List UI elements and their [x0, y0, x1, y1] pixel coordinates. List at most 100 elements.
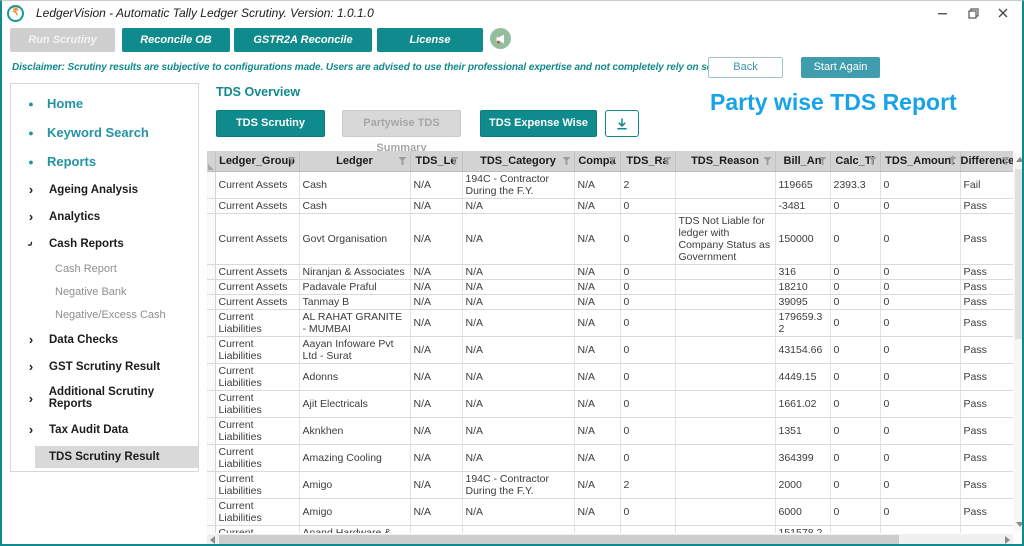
row-header[interactable]: [207, 198, 216, 214]
row-header[interactable]: [207, 309, 216, 337]
sidebar-item-label: Keyword Search: [47, 125, 149, 140]
cell-tds-amount: 0: [880, 294, 961, 310]
sidebar-item[interactable]: Reports: [11, 147, 198, 176]
column-header[interactable]: Ledger_Group: [215, 151, 300, 172]
cell-tds-reason: [675, 525, 776, 533]
cell-tds-amount: 0: [880, 171, 961, 199]
cell-ledger: Amazing Cooling: [299, 444, 411, 472]
scroll-up-arrow-icon[interactable]: [1016, 157, 1022, 162]
filter-icon[interactable]: [562, 157, 571, 165]
cell-bill-amount: -3481: [775, 198, 831, 214]
sidebar-item[interactable]: Analytics: [11, 203, 198, 230]
select-all-corner[interactable]: [207, 151, 216, 172]
row-header[interactable]: [207, 390, 216, 418]
row-header[interactable]: [207, 498, 216, 526]
cell-ledger: AL RAHAT GRANITE - MUMBAI: [299, 309, 411, 337]
cell-tds-reason: [675, 336, 776, 364]
column-header-label: Compa: [578, 154, 616, 167]
row-header[interactable]: [207, 279, 216, 295]
table-row[interactable]: Current Liabilities AL RAHAT GRANITE - M…: [207, 309, 1013, 337]
cell-ledger-group: Current Liabilities: [215, 417, 300, 445]
column-header[interactable]: Calc_Tl: [830, 151, 881, 172]
scroll-left-arrow-icon[interactable]: [210, 536, 215, 544]
sidebar-item[interactable]: Cash Reports: [11, 230, 198, 257]
announcement-megaphone-icon[interactable]: [490, 28, 511, 49]
row-header[interactable]: [207, 525, 216, 533]
license-button[interactable]: License: [377, 28, 483, 52]
vertical-scroll-thumb[interactable]: [1015, 169, 1022, 339]
column-header[interactable]: Difference: [960, 151, 1013, 172]
cell-tds-amount: 0: [880, 525, 961, 533]
restore-icon[interactable]: [958, 1, 988, 25]
column-header[interactable]: TDS_Amount: [880, 151, 961, 172]
sidebar-item[interactable]: Ageing Analysis: [11, 176, 198, 203]
table-row[interactable]: Current Assets Cash N/A 194C - Contracto…: [207, 171, 1013, 199]
sidebar-item[interactable]: TDS Scrutiny Result: [35, 446, 198, 468]
table-row[interactable]: Current Liabilities Anand Hardware & Too…: [207, 525, 1013, 533]
sidebar-item-icon: [24, 157, 38, 167]
cell-difference: Pass: [960, 213, 1013, 265]
table-row[interactable]: Current Liabilities Adonns N/A N/A N/A 0…: [207, 363, 1013, 391]
sidebar-item[interactable]: Additional Scrutiny Reports: [11, 380, 198, 416]
tab-tds-scrutiny-results[interactable]: TDS Scrutiny Results: [216, 110, 325, 154]
row-header[interactable]: [207, 213, 216, 265]
table-row[interactable]: Current Liabilities Amazing Cooling N/A …: [207, 444, 1013, 472]
sidebar-item[interactable]: Keyword Search: [11, 118, 198, 147]
gstr2a-reconcile-button[interactable]: GSTR2A Reconcile: [234, 28, 372, 52]
sidebar-item[interactable]: Cash Report: [11, 257, 198, 280]
close-icon[interactable]: [988, 1, 1018, 25]
filter-icon[interactable]: [398, 157, 407, 165]
table-row[interactable]: Current Assets Govt Organisation N/A N/A…: [207, 213, 1013, 265]
cell-ledger-group: Current Assets: [215, 294, 300, 310]
column-header[interactable]: Compa: [574, 151, 621, 172]
cell-calc-tds: 0: [830, 279, 881, 295]
scroll-down-arrow-icon[interactable]: [1016, 522, 1022, 527]
table-row[interactable]: Current Assets Tanmay B N/A N/A N/A 0 39…: [207, 294, 1013, 310]
sidebar-item[interactable]: GST Scrutiny Result: [11, 353, 198, 380]
cell-tds-ledger: N/A: [410, 264, 463, 280]
sidebar-item[interactable]: Tax Audit Data: [11, 416, 198, 443]
minimize-icon[interactable]: [928, 1, 958, 25]
column-header[interactable]: TDS_Ra: [620, 151, 676, 172]
table-row[interactable]: Current Liabilities Aknkhen N/A N/A N/A …: [207, 417, 1013, 445]
table-row[interactable]: Current Liabilities Amigo N/A 194C - Con…: [207, 471, 1013, 499]
cell-difference: Pass: [960, 417, 1013, 445]
row-header[interactable]: [207, 294, 216, 310]
cell-ledger-group: Current Liabilities: [215, 471, 300, 499]
column-header[interactable]: TDS_Le: [410, 151, 463, 172]
download-button[interactable]: [605, 110, 639, 137]
column-header[interactable]: TDS_Reason: [675, 151, 776, 172]
column-header[interactable]: Bill_An: [775, 151, 831, 172]
row-header[interactable]: [207, 444, 216, 472]
row-header[interactable]: [207, 336, 216, 364]
tab-partywise-tds-summary[interactable]: Partywise TDS Summary: [342, 110, 461, 154]
column-header[interactable]: Ledger: [299, 151, 411, 172]
table-row[interactable]: Current Assets Niranjan & Associates N/A…: [207, 264, 1013, 280]
sidebar-item[interactable]: Negative/Excess Cash: [11, 303, 198, 326]
row-header[interactable]: [207, 171, 216, 199]
horizontal-scrollbar[interactable]: [207, 534, 1013, 544]
back-button[interactable]: Back: [708, 57, 783, 78]
filter-icon[interactable]: [763, 157, 772, 165]
row-header[interactable]: [207, 363, 216, 391]
table-row[interactable]: Current Assets Padavale Praful N/A N/A N…: [207, 279, 1013, 295]
table-row[interactable]: Current Assets Cash N/A N/A N/A 0 -3481 …: [207, 198, 1013, 214]
cell-tds-category: N/A: [462, 198, 575, 214]
table-row[interactable]: Current Liabilities Ajit Electricals N/A…: [207, 390, 1013, 418]
reconcile-ob-button[interactable]: Reconcile OB: [122, 28, 230, 52]
column-header[interactable]: TDS_Category: [462, 151, 575, 172]
tab-tds-expense-wise[interactable]: TDS Expense Wise: [480, 110, 597, 137]
row-header[interactable]: [207, 264, 216, 280]
vertical-scrollbar[interactable]: [1014, 153, 1022, 531]
table-row[interactable]: Current Liabilities Amigo N/A N/A N/A 0 …: [207, 498, 1013, 526]
table-row[interactable]: Current Liabilities Aayan Infoware Pvt L…: [207, 336, 1013, 364]
horizontal-scroll-thumb[interactable]: [219, 535, 899, 544]
run-scrutiny-button[interactable]: Run Scrutiny: [10, 28, 115, 52]
sidebar-item[interactable]: Data Checks: [11, 326, 198, 353]
row-header[interactable]: [207, 417, 216, 445]
row-header[interactable]: [207, 471, 216, 499]
start-again-button[interactable]: Start Again: [801, 57, 880, 78]
sidebar-item[interactable]: Negative Bank: [11, 280, 198, 303]
sidebar-item[interactable]: Home: [11, 89, 198, 118]
scroll-right-arrow-icon[interactable]: [1005, 536, 1010, 544]
